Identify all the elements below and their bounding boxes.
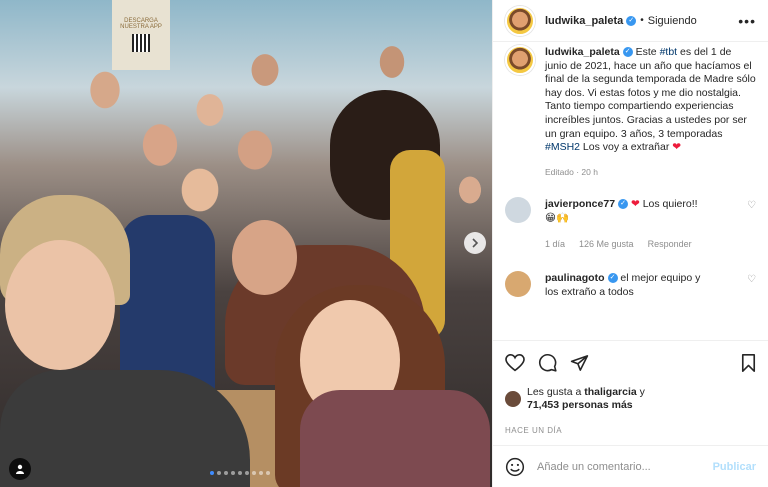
- comment-body: Los quiero!!: [639, 197, 698, 210]
- verified-icon: ✓: [626, 15, 637, 26]
- likes-prefix: Les gusta a: [527, 386, 585, 398]
- poster-text: DESCARGA NUESTRA APP: [120, 18, 162, 30]
- author-username[interactable]: ludwika_paleta: [545, 15, 623, 27]
- heart-emoji: ❤: [630, 197, 640, 210]
- comments-area[interactable]: ludwika_paleta ✓ Este #tbt es del 1 de ju…: [493, 42, 768, 340]
- carousel-dot: [245, 471, 249, 475]
- separator: •: [640, 15, 644, 26]
- following-button[interactable]: Siguiendo: [648, 15, 697, 27]
- comment-emoji: 😁🙌: [545, 211, 570, 224]
- carousel-dots: [210, 471, 270, 475]
- likes-mid: y: [636, 386, 645, 398]
- bookmark-icon[interactable]: [741, 353, 756, 372]
- like-comment-icon[interactable]: ♡: [747, 274, 756, 285]
- photo-shape: [300, 390, 490, 487]
- qr-code: [132, 34, 150, 52]
- avatar[interactable]: [505, 391, 521, 407]
- tagged-users-button[interactable]: [9, 458, 31, 480]
- carousel-dot: [210, 471, 214, 475]
- hashtag-link[interactable]: #MSH2: [545, 141, 580, 153]
- post-modal: DESCARGA NUESTRA APP ludwika_paleta ✓ • …: [0, 0, 768, 487]
- comment-meta: 1 día 126 Me gusta Responder: [545, 239, 756, 249]
- post-sidebar: ludwika_paleta ✓ • Siguiendo ••• ludwika…: [492, 0, 768, 487]
- reply-button[interactable]: Responder: [648, 239, 692, 249]
- next-photo-button[interactable]: [464, 232, 486, 254]
- photo-shape: [232, 220, 297, 295]
- avatar[interactable]: [505, 5, 535, 36]
- caption-part: es del 1 de junio de 2021, hace un año q…: [545, 46, 756, 140]
- carousel-dot: [224, 471, 228, 475]
- comment-input[interactable]: [537, 460, 713, 473]
- caption-author[interactable]: ludwika_paleta: [545, 46, 620, 58]
- user-icon: [16, 464, 24, 474]
- carousel-dot: [217, 471, 221, 475]
- avatar[interactable]: [505, 270, 531, 297]
- hashtag-link[interactable]: #tbt: [660, 46, 678, 58]
- comment-likes[interactable]: 126 Me gusta: [579, 239, 634, 249]
- comment-body: el mejor equipo y: [617, 271, 701, 284]
- likes-count[interactable]: 71,453 personas más: [527, 399, 633, 411]
- post-date: HACE UN DÍA: [505, 426, 563, 435]
- avatar[interactable]: [505, 196, 531, 223]
- photo-shape: [120, 215, 215, 395]
- carousel-dot: [238, 471, 242, 475]
- carousel-dot: [252, 471, 256, 475]
- avatar[interactable]: [505, 45, 535, 75]
- heart-emoji: ❤: [672, 141, 682, 154]
- caption: ludwika_paleta ✓ Este #tbt es del 1 de ju…: [505, 42, 756, 155]
- caption-text: ludwika_paleta ✓ Este #tbt es del 1 de ju…: [545, 45, 756, 155]
- verified-icon: ✓: [607, 272, 618, 283]
- verified-icon: ✓: [622, 47, 633, 58]
- heart-icon[interactable]: [505, 353, 525, 372]
- verified-icon: ✓: [618, 198, 629, 209]
- comment-text: javierponce77 ✓ ❤ Los quiero!! 😁🙌: [545, 197, 741, 225]
- photo-shape: [0, 370, 250, 487]
- comment: javierponce77 ✓ ❤ Los quiero!! 😁🙌 ♡: [505, 196, 756, 225]
- like-comment-icon[interactable]: ♡: [747, 200, 756, 211]
- comment-author[interactable]: paulinagoto: [545, 272, 605, 284]
- photo-shape: [5, 240, 115, 370]
- likes-text: Les gusta a thaligarcia y 71,453 persona…: [527, 386, 645, 412]
- comment-time: 1 día: [545, 238, 566, 249]
- chevron-right-icon: [472, 238, 479, 248]
- caption-part: Los voy a extrañar: [580, 141, 673, 154]
- comment-author[interactable]: javierponce77: [545, 198, 615, 210]
- emoji-icon[interactable]: [505, 457, 525, 477]
- post-actions: Les gusta a thaligarcia y 71,453 persona…: [493, 340, 768, 445]
- comment-text: paulinagoto ✓ el mejor equipo y los extra…: [545, 271, 741, 299]
- more-options-icon[interactable]: •••: [738, 13, 756, 29]
- poster: DESCARGA NUESTRA APP: [112, 0, 170, 70]
- publish-button[interactable]: Publicar: [713, 461, 756, 473]
- edited-timestamp: Editado · 20 h: [545, 166, 598, 177]
- post-photo[interactable]: DESCARGA NUESTRA APP: [0, 0, 492, 487]
- carousel-dot: [259, 471, 263, 475]
- comment: paulinagoto ✓ el mejor equipo y los extra…: [505, 270, 756, 299]
- carousel-dot: [231, 471, 235, 475]
- liker-username[interactable]: thaligarcia: [584, 386, 637, 398]
- likes-summary: Les gusta a thaligarcia y 71,453 persona…: [505, 386, 756, 412]
- action-icons: [505, 353, 756, 372]
- add-comment-bar: Publicar: [493, 445, 768, 487]
- comment-body: los extraño a todos: [545, 285, 634, 298]
- post-header: ludwika_paleta ✓ • Siguiendo •••: [493, 0, 768, 42]
- share-icon[interactable]: [570, 354, 589, 372]
- comment-icon[interactable]: [538, 353, 557, 372]
- carousel-dot: [266, 471, 270, 475]
- caption-part: Este: [635, 46, 660, 58]
